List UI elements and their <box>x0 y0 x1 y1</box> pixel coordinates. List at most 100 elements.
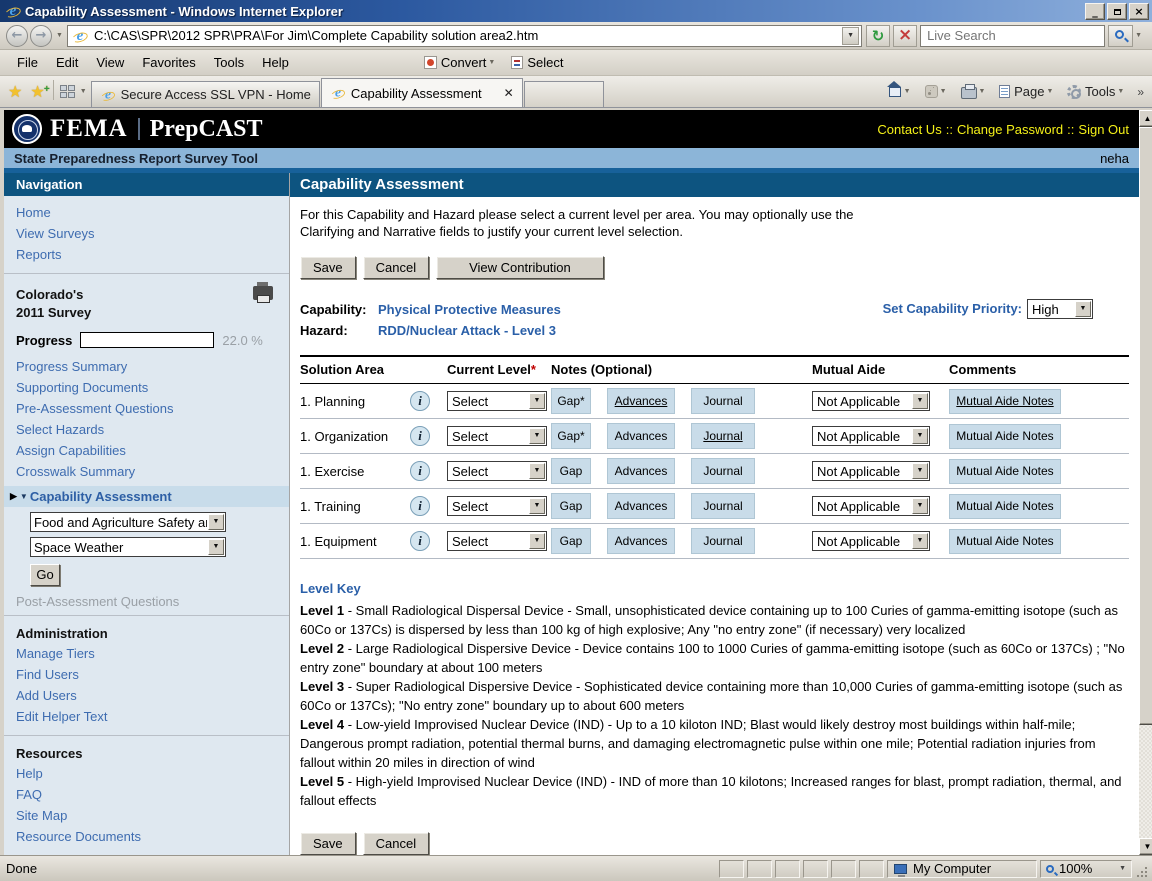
current-level-select[interactable]: Select▼ <box>447 496 547 516</box>
priority-select[interactable]: High ▼ <box>1027 299 1093 319</box>
menu-favorites[interactable]: Favorites <box>133 52 204 73</box>
advances-button[interactable]: Advances <box>607 458 675 484</box>
current-level-select[interactable]: Select▼ <box>447 426 547 446</box>
address-dropdown-icon[interactable]: ▼ <box>842 27 859 45</box>
menu-edit[interactable]: Edit <box>47 52 87 73</box>
history-dropdown-icon[interactable]: ▼ <box>56 32 63 39</box>
mutual-aide-select[interactable]: Not Applicable▼ <box>812 496 930 516</box>
search-input[interactable] <box>925 27 1100 44</box>
mutual-aide-notes-button[interactable]: Mutual Aide Notes <box>949 459 1061 484</box>
advances-button[interactable]: Advances <box>607 493 675 519</box>
quick-tabs-icon[interactable] <box>60 85 76 99</box>
sidebar-item-view-surveys[interactable]: View Surveys <box>4 223 289 244</box>
dropdown-arrow-icon[interactable]: ▼ <box>529 393 545 409</box>
dropdown-arrow-icon[interactable]: ▼ <box>912 498 928 514</box>
dropdown-arrow-icon[interactable]: ▼ <box>529 533 545 549</box>
search-options-dropdown-icon[interactable]: ▼ <box>1135 32 1142 39</box>
current-level-select[interactable]: Select▼ <box>447 391 547 411</box>
mutual-aide-select[interactable]: Not Applicable▼ <box>812 391 930 411</box>
sidebar-item-help[interactable]: Help <box>4 763 289 784</box>
new-tab-stub[interactable] <box>524 81 604 107</box>
cancel-button-bottom[interactable]: Cancel <box>363 832 429 855</box>
capability-select[interactable]: Food and Agriculture Safety an ▼ <box>30 512 226 532</box>
tab-secure-access-ssl-vpn[interactable]: e Secure Access SSL VPN - Home <box>91 81 320 107</box>
hazard-select[interactable]: Space Weather ▼ <box>30 537 226 557</box>
advances-button[interactable]: Advances <box>607 423 675 449</box>
sidebar-item-reports[interactable]: Reports <box>4 244 289 265</box>
minimize-button[interactable]: _ <box>1085 3 1105 20</box>
dropdown-arrow-icon[interactable]: ▼ <box>912 393 928 409</box>
close-button[interactable]: × <box>1129 3 1149 20</box>
convert-dropdown-icon[interactable]: ▼ <box>488 59 495 66</box>
dropdown-arrow-icon[interactable]: ▼ <box>208 514 224 530</box>
restore-button[interactable] <box>1107 3 1127 20</box>
sidebar-item-edit-helper-text[interactable]: Edit Helper Text <box>4 706 289 727</box>
sidebar-item-assign-capabilities[interactable]: Assign Capabilities <box>4 440 289 461</box>
search-box[interactable] <box>920 25 1105 47</box>
tab-list-dropdown-icon[interactable]: ▼ <box>80 88 87 95</box>
info-icon[interactable]: i <box>410 426 430 446</box>
feeds-button[interactable]: ▼ <box>920 85 956 98</box>
sidebar-item-pre-assessment-questions[interactable]: Pre-Assessment Questions <box>4 398 289 419</box>
sidebar-item-faq[interactable]: FAQ <box>4 784 289 805</box>
change-password-link[interactable]: Change Password <box>957 122 1063 137</box>
journal-button[interactable]: Journal <box>691 423 755 449</box>
mutual-aide-select[interactable]: Not Applicable▼ <box>812 461 930 481</box>
print-button[interactable]: ▼ <box>956 84 995 99</box>
scrollbar-thumb[interactable] <box>1139 127 1152 725</box>
sign-out-link[interactable]: Sign Out <box>1078 122 1129 137</box>
go-button[interactable]: Go <box>30 564 60 586</box>
scroll-up-icon[interactable]: ▲ <box>1139 110 1152 127</box>
back-button[interactable]: ← <box>6 25 28 47</box>
sidebar-item-add-users[interactable]: Add Users <box>4 685 289 706</box>
address-field[interactable]: e ▼ <box>67 25 862 47</box>
gap-button[interactable]: Gap* <box>551 388 591 414</box>
refresh-button[interactable]: ↻ <box>866 25 890 47</box>
current-level-select[interactable]: Select▼ <box>447 531 547 551</box>
contact-us-link[interactable]: Contact Us <box>877 122 941 137</box>
zoom-dropdown-icon[interactable]: ▼ <box>1119 865 1126 872</box>
select-button[interactable]: Select <box>505 53 569 72</box>
mutual-aide-notes-button[interactable]: Mutual Aide Notes <box>949 529 1061 554</box>
mutual-aide-notes-button[interactable]: Mutual Aide Notes <box>949 494 1061 519</box>
sidebar-item-select-hazards[interactable]: Select Hazards <box>4 419 289 440</box>
gap-button[interactable]: Gap <box>551 458 591 484</box>
info-icon[interactable]: i <box>410 531 430 551</box>
dropdown-arrow-icon[interactable]: ▼ <box>912 533 928 549</box>
dropdown-arrow-icon[interactable]: ▼ <box>529 428 545 444</box>
sidebar-item-capability-assessment[interactable]: ▶ ▼ Capability Assessment <box>4 486 289 507</box>
journal-button[interactable]: Journal <box>691 458 755 484</box>
favorites-center-icon[interactable]: ★ <box>4 82 26 102</box>
dropdown-arrow-icon[interactable]: ▼ <box>208 539 224 555</box>
scroll-down-icon[interactable]: ▼ <box>1139 838 1152 855</box>
resize-grip[interactable] <box>1134 860 1148 878</box>
journal-button[interactable]: Journal <box>691 388 755 414</box>
menu-view[interactable]: View <box>87 52 133 73</box>
search-button[interactable] <box>1108 25 1133 47</box>
menu-help[interactable]: Help <box>253 52 298 73</box>
view-contribution-button[interactable]: View Contribution <box>436 256 604 279</box>
dropdown-arrow-icon[interactable]: ▼ <box>529 463 545 479</box>
sidebar-item-crosswalk-summary[interactable]: Crosswalk Summary <box>4 461 289 482</box>
tools-menu-button[interactable]: Tools▼ <box>1062 84 1133 99</box>
dropdown-arrow-icon[interactable]: ▼ <box>1075 301 1091 317</box>
forward-button[interactable]: → <box>30 25 52 47</box>
sidebar-item-progress-summary[interactable]: Progress Summary <box>4 356 289 377</box>
tab-capability-assessment[interactable]: e Capability Assessment ✕ <box>321 78 523 107</box>
gap-button[interactable]: Gap <box>551 493 591 519</box>
save-button-bottom[interactable]: Save <box>300 832 356 855</box>
dropdown-arrow-icon[interactable]: ▼ <box>529 498 545 514</box>
mutual-aide-select[interactable]: Not Applicable▼ <box>812 426 930 446</box>
sidebar-item-resource-documents[interactable]: Resource Documents <box>4 826 289 847</box>
gap-button[interactable]: Gap* <box>551 423 591 449</box>
sidebar-item-home[interactable]: Home <box>4 202 289 223</box>
current-level-select[interactable]: Select▼ <box>447 461 547 481</box>
command-overflow-icon[interactable]: » <box>1133 85 1148 99</box>
home-button[interactable]: ▼ <box>881 84 920 100</box>
journal-button[interactable]: Journal <box>691 493 755 519</box>
gap-button[interactable]: Gap <box>551 528 591 554</box>
vertical-scrollbar[interactable]: ▲ ▼ <box>1139 110 1152 855</box>
convert-button[interactable]: Convert ▼ <box>418 53 505 72</box>
advances-button[interactable]: Advances <box>607 528 675 554</box>
cancel-button[interactable]: Cancel <box>363 256 429 279</box>
